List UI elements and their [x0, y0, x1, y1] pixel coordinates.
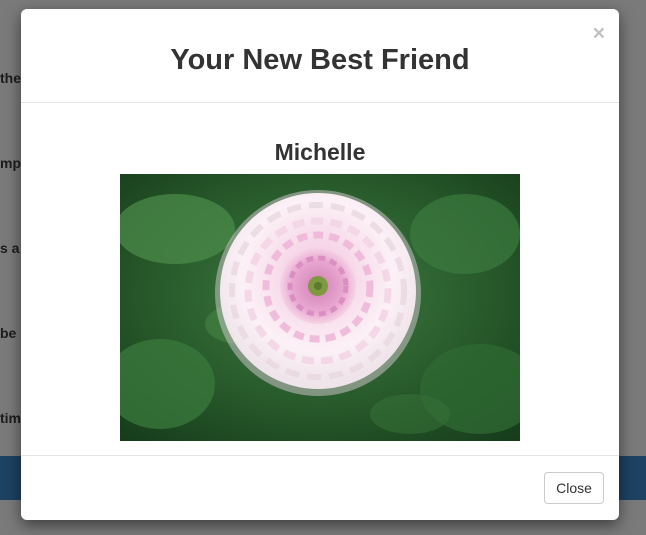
backdrop-text-4: be	[0, 325, 17, 341]
modal-footer: Close	[21, 455, 619, 520]
backdrop-text-5: tim	[0, 410, 21, 426]
friend-name: Michelle	[274, 139, 366, 165]
close-icon[interactable]: ×	[593, 23, 605, 44]
modal-header: Your New Best Friend ×	[21, 9, 619, 103]
close-button[interactable]: Close	[544, 472, 604, 504]
modal-dialog: Your New Best Friend × Michelle Close	[21, 9, 619, 520]
modal-title: Your New Best Friend	[170, 44, 470, 76]
backdrop-text-3: s a	[0, 240, 20, 256]
flower-photo	[120, 174, 520, 441]
